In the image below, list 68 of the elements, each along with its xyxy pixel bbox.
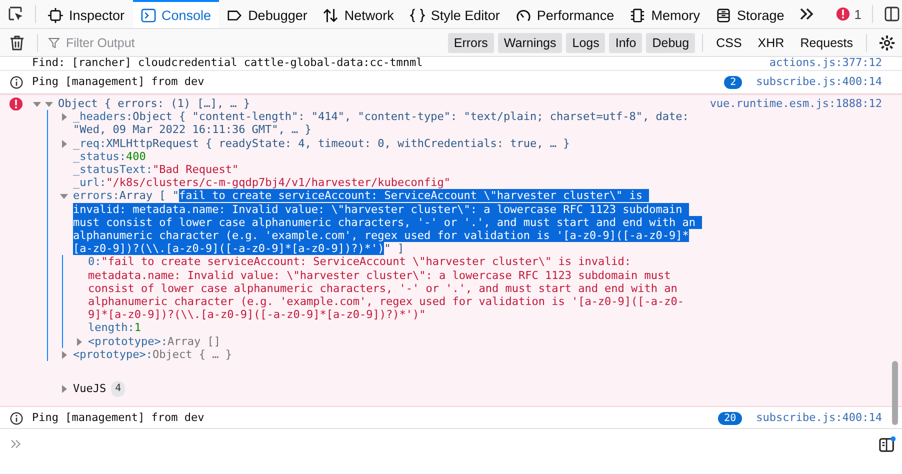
log-level-toggle[interactable]: Warnings bbox=[498, 32, 562, 52]
count-badge: 4 bbox=[111, 381, 126, 398]
disclosure-triangle[interactable] bbox=[74, 336, 84, 347]
trash-icon[interactable] bbox=[9, 34, 25, 50]
request-filter-toggle[interactable]: XHR bbox=[752, 32, 790, 52]
disclosure-triangle[interactable] bbox=[59, 138, 69, 149]
chevron-overflow-icon[interactable] bbox=[799, 6, 816, 22]
source-link[interactable]: subscribe.js:400:14 bbox=[756, 75, 882, 89]
devtools-tab[interactable]: Console bbox=[132, 0, 220, 28]
log-level-toggle[interactable]: Logs bbox=[566, 32, 606, 52]
devtools-tab[interactable]: Debugger bbox=[219, 0, 316, 28]
storage-icon bbox=[716, 8, 731, 22]
object-property: _status:400 bbox=[73, 150, 147, 164]
devtools-tab[interactable]: Performance bbox=[508, 0, 622, 28]
request-filter-toggle[interactable]: Requests bbox=[794, 32, 859, 52]
sidebar-toggle-icon[interactable] bbox=[879, 436, 896, 453]
console-icon bbox=[140, 8, 156, 22]
source-link[interactable]: vue.runtime.esm.js:1888:12 bbox=[710, 97, 882, 111]
info-icon bbox=[10, 412, 22, 426]
gauge-icon bbox=[516, 8, 531, 22]
request-filter-toggle[interactable]: CSS bbox=[710, 32, 748, 52]
object-property: errors:Array [ "fail to create serviceAccount: ServiceAccount \"harvester cluster\" is invalid: metadata.name: Invalid value: \"harvester cluster\": a lowercase RFC 1123 subdomain must consist of lower case alphanumeric characters, '-' or '.', and must start and end with an alphanumeric character (e.g. 'example.com', regex used for validation is '[a-z0-9]([-a-z0-9]*[a-z0-9])?(\\.[a-z0-9]([-a-z0-9]*[a-z0-9])?)*')" ] bbox=[73, 189, 702, 256]
element-picker-icon[interactable] bbox=[8, 6, 24, 22]
devtools-tab[interactable]: Storage bbox=[708, 0, 792, 28]
object-property: <prototype>:Object { … } bbox=[73, 348, 233, 362]
prompt-chevron-icon bbox=[10, 438, 22, 450]
scrollbar-thumb[interactable] bbox=[892, 361, 898, 425]
up-down-arrows-icon bbox=[323, 8, 338, 22]
object-property: length:1 bbox=[88, 321, 142, 335]
log-level-toggle[interactable]: Info bbox=[609, 32, 642, 52]
disclosure-triangle[interactable] bbox=[59, 384, 69, 394]
error-count[interactable]: 1 bbox=[836, 6, 862, 22]
log-message: Ping [management] from dev bbox=[32, 411, 204, 424]
disclosure-triangle[interactable] bbox=[59, 350, 69, 360]
disclosure-triangle[interactable] bbox=[59, 191, 69, 202]
info-icon bbox=[10, 76, 22, 89]
object-property: _req:XMLHttpRequest { readyState: 4, timeout: 0, withCredentials: true, … } bbox=[73, 136, 571, 150]
repeat-count-badge: 20 bbox=[718, 412, 742, 426]
source-link[interactable]: subscribe.js:400:14 bbox=[756, 411, 882, 426]
error-icon bbox=[9, 97, 23, 111]
disclosure-triangle[interactable] bbox=[59, 112, 69, 122]
disclosure-triangle[interactable] bbox=[44, 99, 54, 109]
object-property: <prototype>:Array [] bbox=[88, 334, 222, 348]
log-level-toggle[interactable]: Errors bbox=[448, 32, 494, 52]
box-icon bbox=[48, 8, 63, 22]
braces-icon bbox=[410, 8, 425, 22]
chip-icon bbox=[630, 8, 646, 22]
log-message: Ping [management] from dev bbox=[32, 75, 204, 88]
object-property: _statusText:"Bad Request" bbox=[73, 163, 240, 176]
log-message: Find: [rancher] cloudcredential cattle-global-data:cc-tmnml bbox=[32, 57, 423, 69]
settings-icon[interactable] bbox=[879, 34, 895, 50]
repeat-count-badge: 2 bbox=[724, 76, 742, 89]
disclosure-triangle[interactable] bbox=[32, 99, 42, 109]
log-level-toggle[interactable]: Debug bbox=[646, 32, 696, 52]
devtools-tab[interactable]: Memory bbox=[622, 0, 708, 28]
tag-icon bbox=[227, 8, 242, 22]
devtools-tab[interactable]: Network bbox=[315, 0, 402, 28]
object-property: _url:"/k8s/clusters/c-m-gqdp7bj4/v1/harvester/kubeconfig" bbox=[73, 176, 452, 190]
object-property: 0:"fail to create serviceAccount: ServiceAccount \"harvester cluster\" is invalid: metadata.name: Invalid value: \"harvester cluster\": a lowercase RFC 1123 subdomain must consist of lower case alphanumeric characters, '-' or '.', and must start and end with an alphanumeric character (e.g. 'example.com', regex used for validation is '[a-z0-9]([-a-z0-9]*[a-z0-9])?(\\.[a-z0-9]([-a-z0-9]*[a-z0-9])?)*')" bbox=[88, 255, 686, 322]
object-property: _headers:Object { "content-length": "414", "content-type": "text/plain; charset=utf-8", date: "Wed, 09 Mar 2022 16:11:36 GMT", … } bbox=[73, 110, 690, 137]
dock-icon[interactable] bbox=[884, 6, 900, 22]
filter-field[interactable]: Filter Output bbox=[64, 34, 445, 50]
group-label[interactable]: VueJS bbox=[73, 382, 106, 396]
source-link[interactable]: actions.js:377:12 bbox=[769, 57, 882, 70]
devtools-tab[interactable]: Inspector bbox=[40, 0, 133, 28]
devtools-tab[interactable]: Style Editor bbox=[402, 0, 508, 28]
object-property: Object { errors: (1) […], … } bbox=[58, 97, 252, 110]
funnel-icon bbox=[48, 36, 60, 48]
